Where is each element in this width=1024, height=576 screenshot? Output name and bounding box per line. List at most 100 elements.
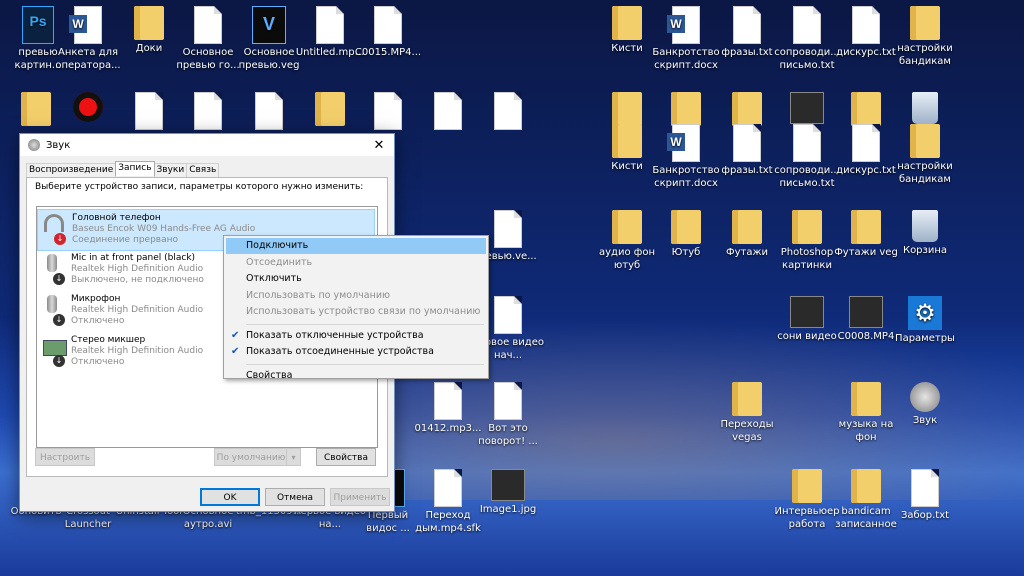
file-icon — [852, 124, 880, 162]
folder-icon — [134, 6, 164, 40]
menu-item[interactable]: Отключить — [226, 271, 486, 287]
folder-icon — [851, 210, 881, 244]
menu-item[interactable]: Подключить — [226, 238, 486, 254]
status-badge-icon: ↓ — [54, 233, 66, 245]
menu-item[interactable]: Использовать по умолчанию — [226, 288, 486, 304]
desktop-icon[interactable]: настройки бандикам — [889, 6, 961, 68]
desktop-icon[interactable]: ⚙ Параметры — [889, 296, 961, 345]
folder-icon — [21, 92, 51, 126]
ok-button[interactable]: OK — [200, 488, 260, 506]
tab-sounds[interactable]: Звуки — [153, 163, 188, 178]
desktop-icon-label: Корзина — [902, 245, 948, 256]
desktop-icon-label: Вот это поворот! ... — [478, 423, 538, 447]
file-icon — [255, 92, 283, 130]
desktop-icon[interactable]: Звук — [889, 382, 961, 427]
menu-item-label: Использовать по умолчанию — [246, 289, 390, 301]
instruction-text: Выберите устройство записи, параметры ко… — [35, 182, 364, 192]
photo-icon — [790, 296, 824, 328]
configure-button[interactable]: Настроить — [35, 448, 95, 466]
microphone-icon: ↓ — [43, 295, 65, 326]
menu-item[interactable]: ✔ Показать отсоединенные устройства — [226, 344, 486, 360]
folder-icon — [910, 124, 940, 158]
menu-item-label: Подключить — [246, 240, 309, 251]
file-icon — [733, 124, 761, 162]
tab-strip: Воспроизведение Запись Звуки Связь — [26, 161, 220, 178]
desktop-icon[interactable]: C0015.MP4... — [352, 6, 424, 59]
headset-icon: ↓ — [44, 214, 66, 245]
speaker-icon — [910, 382, 940, 412]
folder-icon — [612, 210, 642, 244]
file-icon — [135, 92, 163, 130]
desktop-icon[interactable] — [889, 92, 961, 126]
properties-button[interactable]: Свойства — [316, 448, 376, 466]
menu-item[interactable]: Использовать устройство связи по умолчан… — [226, 304, 486, 320]
menu-item-label: Использовать устройство связи по умолчан… — [246, 306, 481, 317]
folder-icon — [851, 469, 881, 503]
close-icon[interactable]: ✕ — [364, 138, 394, 153]
desktop-icon[interactable]: Корзина — [889, 210, 961, 257]
checkmark-icon: ✔ — [231, 329, 240, 341]
cancel-button[interactable]: Отмена — [265, 488, 325, 506]
menu-item[interactable]: Свойства — [226, 368, 486, 384]
menu-item-label: Свойства — [246, 369, 293, 381]
tab-recording[interactable]: Запись — [115, 161, 155, 176]
set-default-button[interactable]: По умолчанию — [214, 448, 288, 466]
folder-icon — [671, 210, 701, 244]
device-name: Mic in at front panel (black) — [71, 253, 196, 263]
device-status: Выключено, не подключено — [71, 275, 204, 285]
folder-icon — [732, 210, 762, 244]
device-description: Realtek High Definition Audio — [71, 264, 204, 274]
microphone-icon: ↓ — [43, 254, 65, 285]
device-name: Микрофон — [71, 294, 121, 304]
tab-communications[interactable]: Связь — [186, 163, 220, 178]
desktop-icon[interactable] — [472, 92, 544, 132]
sound-card-icon: ↓ — [43, 336, 67, 367]
photo-icon — [491, 469, 525, 501]
chevron-down-icon[interactable]: ▾ — [286, 448, 301, 466]
menu-item[interactable]: Отсоединить — [226, 255, 486, 271]
word-icon — [667, 124, 700, 162]
ps-icon: Ps — [22, 6, 54, 44]
desktop-icon[interactable]: Переходы vegas — [711, 382, 783, 444]
device-name: Стерео микшер — [71, 335, 146, 345]
dialog-title: Звук — [46, 139, 71, 151]
file-icon — [374, 92, 402, 130]
speaker-icon — [28, 139, 40, 151]
desktop-icon[interactable]: Забор.txt — [889, 469, 961, 522]
desktop-icon-label: Переходы vegas — [720, 419, 774, 443]
status-badge-icon: ↓ — [53, 355, 65, 367]
menu-separator — [246, 323, 484, 325]
menu-item-label: Отсоединить — [246, 256, 313, 268]
file-icon — [434, 92, 462, 130]
device-description: Realtek High Definition Audio — [71, 305, 204, 315]
menu-item-label: Показать отсоединенные устройства — [246, 346, 434, 357]
folder-icon — [851, 92, 881, 126]
desktop-icon[interactable]: Вот это поворот! ... — [472, 382, 544, 448]
folder-icon — [732, 382, 762, 416]
folder-icon — [910, 6, 940, 40]
file-icon — [434, 469, 462, 507]
dialog-titlebar[interactable]: Звук ✕ — [20, 134, 394, 156]
file-icon — [374, 6, 402, 44]
device-description: Baseus Encok W09 Hands-Free AG Audio — [72, 224, 256, 234]
context-menu: Подключить Отсоединить Отключить Использова… — [223, 235, 489, 381]
menu-separator — [246, 363, 484, 365]
menu-item[interactable]: ✔ Показать отключенные устройства — [226, 328, 486, 344]
file-icon — [852, 6, 880, 44]
tab-playback[interactable]: Воспроизведение — [26, 163, 117, 178]
word-icon — [667, 6, 700, 44]
desktop-icon-label: Забор.txt — [900, 510, 950, 521]
folder-icon — [612, 6, 642, 40]
file-icon — [316, 6, 344, 44]
desktop-icon[interactable]: настройки бандикам — [889, 124, 961, 186]
file-icon — [194, 6, 222, 44]
device-status: Отключено — [71, 316, 125, 326]
apply-button[interactable]: Применить — [330, 488, 390, 506]
device-description: Realtek High Definition Audio — [71, 346, 204, 356]
file-icon — [494, 210, 522, 248]
file-icon — [793, 124, 821, 162]
desktop-icon[interactable]: Image1.jpg — [472, 469, 544, 516]
file-icon — [911, 469, 939, 507]
vegas-icon: V — [252, 6, 286, 44]
photo-icon — [849, 296, 883, 328]
